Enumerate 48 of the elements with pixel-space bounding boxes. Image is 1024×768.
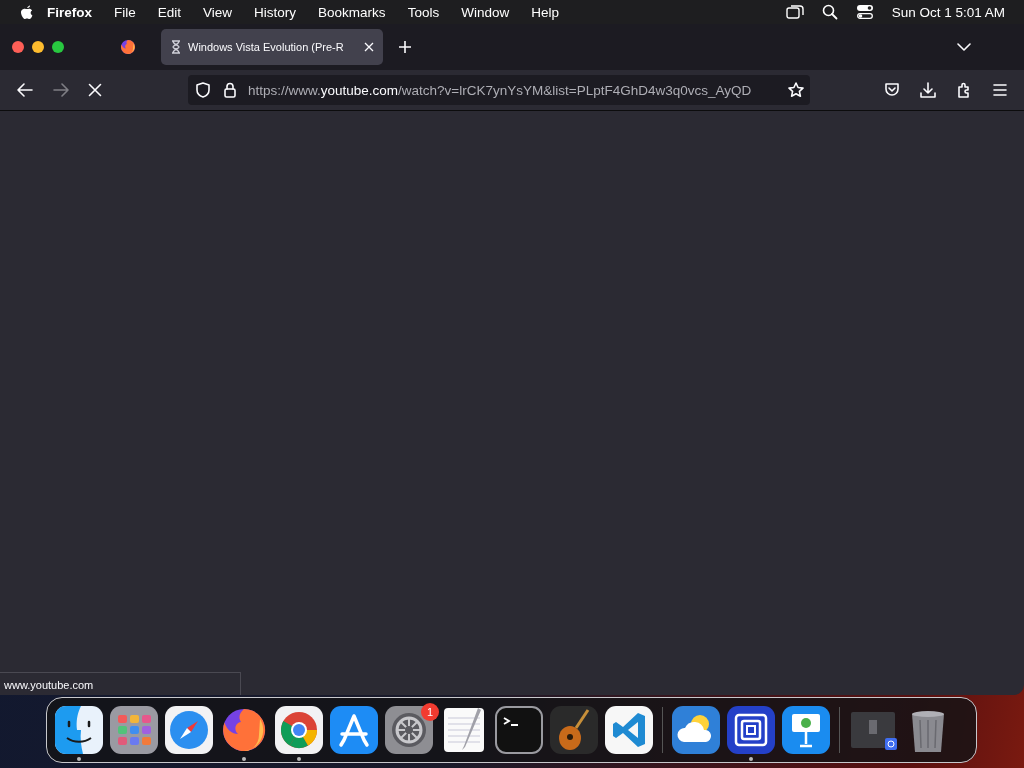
puzzle-piece-icon[interactable] [956,82,972,98]
apple-logo-icon[interactable] [20,4,34,20]
chevron-down-icon[interactable] [957,42,971,52]
app-menu[interactable]: Firefox [47,4,92,20]
podium-icon[interactable] [782,706,830,754]
code-ribbon-icon[interactable] [605,706,653,754]
menu-item[interactable]: View [203,4,233,20]
menu-item[interactable]: History [254,4,297,20]
address-bar[interactable]: https://www.youtube.com/watch?v=lrCK7ynYsYM&list=PLptF4GhD4w3q0vcs_AyQD [188,75,810,105]
zoom-window-button[interactable] [52,41,64,53]
notification-badge: 1 [421,703,439,721]
face-icon[interactable] [55,706,103,754]
screen-mirroring-icon[interactable] [785,4,804,20]
grid-icon[interactable] [110,706,158,754]
guitar-icon[interactable] [550,706,598,754]
search-icon[interactable] [821,4,838,20]
gear-icon[interactable] [385,706,433,754]
compass-icon[interactable] [165,706,213,754]
minimize-window-button[interactable] [32,41,44,53]
download-icon[interactable] [920,82,936,98]
menu-item[interactable]: Bookmarks [318,4,386,20]
close-icon[interactable] [364,42,374,52]
back-arrow-icon[interactable] [16,82,34,98]
status-link-text: www.youtube.com [4,679,94,691]
lock-icon[interactable] [224,82,236,98]
shield-icon[interactable] [196,82,210,98]
menu-bar-clock[interactable]: Sun Oct 1 5:01 AM [891,4,1005,20]
menu-item[interactable]: Edit [157,4,182,20]
tab-title: Windows Vista Evolution (Pre-R [188,41,345,53]
menu-item[interactable]: Window [461,4,510,20]
close-window-button[interactable] [12,41,24,53]
url-text: https://www.youtube.com/watch?v=lrCK7ynYsYM&list=PLptF4GhD4w3q0vcs_AyQD [248,82,753,98]
menu-item[interactable]: File [114,4,136,20]
control-center-icon[interactable] [855,4,874,20]
pocket-icon[interactable] [884,82,900,98]
menu-item[interactable]: Help [531,4,559,20]
menu-item[interactable]: Tools [407,4,440,20]
menu-icon[interactable] [992,83,1008,97]
stop-icon[interactable] [88,83,102,97]
new-tab-icon[interactable] [398,40,412,54]
chrome-logo-icon[interactable] [275,706,323,754]
fox-globe-icon [120,39,136,55]
fox-globe-icon[interactable] [220,706,268,754]
terminal-icon[interactable] [495,706,543,754]
cloud-sun-icon[interactable] [672,706,720,754]
star-icon[interactable] [788,82,804,98]
browser-tab[interactable]: Windows Vista Evolution (Pre-R [161,29,383,65]
concentric-squares-icon[interactable] [727,706,775,754]
